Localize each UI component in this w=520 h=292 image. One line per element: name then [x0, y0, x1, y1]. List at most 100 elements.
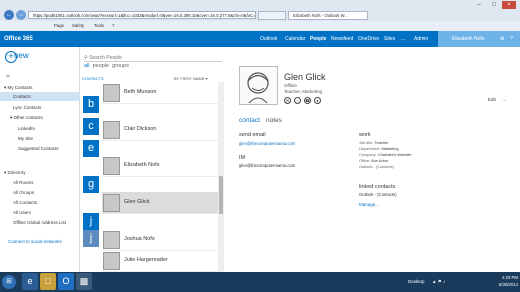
folder-icon[interactable]: □ [40, 273, 56, 290]
nav-more[interactable]: ... [401, 31, 405, 47]
list-item[interactable]: Elizabeth Nofs [102, 155, 220, 177]
email-link[interactable]: glen@thecomputermama.com [239, 141, 295, 146]
search-input[interactable]: ⚲ Search People [84, 54, 222, 62]
settings-icon[interactable]: ⚙ [500, 31, 504, 47]
outlook-icon[interactable]: O [58, 273, 74, 290]
menu-safety[interactable]: Safety [72, 21, 84, 31]
app-icon[interactable]: ▩ [76, 273, 92, 290]
letter-e[interactable]: e [83, 140, 99, 157]
start-icon[interactable]: ⊞ [2, 275, 16, 289]
help-icon[interactable]: ? [112, 21, 114, 31]
user-menu[interactable]: Elizabeth Nofs ⚙ ? [438, 31, 520, 47]
ie-icon[interactable]: e [22, 273, 38, 290]
work-row: Outlook - (Contacts) [359, 164, 394, 169]
tab-contact[interactable]: contact [239, 117, 260, 124]
letter-j-2[interactable]: j [83, 230, 99, 247]
work-label: work [359, 132, 371, 138]
contact-title: Teacher, Marketing [284, 89, 323, 94]
contact-list-pane: ⚲ Search People all people groups CONTAC… [80, 47, 226, 272]
folder-mysite[interactable]: My Site [0, 134, 80, 143]
collapse-icon[interactable]: « [6, 73, 10, 80]
avatar [103, 231, 120, 249]
nav-admin[interactable]: Admin [414, 31, 428, 47]
alphabet-index: b c e g j j [80, 82, 101, 272]
filter-bar: all people groups [84, 63, 129, 69]
letter-g[interactable]: g [83, 176, 99, 193]
close-icon[interactable]: × [502, 1, 516, 9]
list-item[interactable]: Clair Dickson [102, 119, 220, 141]
dir-all-users[interactable]: All Users [0, 208, 80, 217]
email-icon[interactable]: ✉ [284, 97, 291, 104]
call-icon[interactable]: ☎ [304, 97, 311, 104]
dir-offline-gal[interactable]: Offline Global Address List [0, 218, 80, 227]
letter-c[interactable]: c [83, 118, 99, 135]
avatar [103, 121, 120, 139]
folder-contacts[interactable]: Contacts [0, 92, 80, 101]
person-icon [247, 72, 269, 104]
browser-chrome: ← → https://pod51061.outlook.com/owa/?ex… [0, 0, 520, 31]
clock[interactable]: 4:23 PM 6/30/2014 [496, 274, 518, 288]
office365-logo[interactable]: Office 365 [4, 34, 33, 44]
dir-all-contacts[interactable]: All Contacts [0, 198, 80, 207]
folder-pane: + new « ▾ My Contacts Contacts Lync Cont… [0, 47, 80, 272]
nav-people[interactable]: People [310, 31, 326, 47]
list-item[interactable]: Beth Munson [102, 82, 220, 104]
scrollbar[interactable] [218, 82, 224, 272]
back-button[interactable]: ← [4, 10, 14, 20]
avatar [103, 194, 120, 212]
connect-social-link[interactable]: Connect to social networks [0, 237, 80, 246]
minimize-icon[interactable]: – [472, 1, 486, 9]
chat-icon[interactable]: ○ [294, 97, 301, 104]
folder-my-contacts[interactable]: ▾ My Contacts [0, 83, 80, 92]
avatar [103, 84, 120, 102]
dir-all-rooms[interactable]: All Rooms [0, 178, 80, 187]
folder-suggested[interactable]: Suggested Contacts [0, 144, 80, 153]
video-icon[interactable]: ● [314, 97, 321, 104]
address-bar[interactable]: https://pod51061.outlook.com/owa/?exsvur… [28, 11, 256, 19]
avatar [103, 157, 120, 175]
menu-page[interactable]: Page [54, 21, 64, 31]
folder-directory[interactable]: ▾ Directory [0, 168, 80, 177]
scrollbar-thumb[interactable] [219, 176, 223, 214]
search-icon: ⚲ [84, 55, 88, 61]
list-label: CONTACTS [82, 76, 104, 81]
nav-outlook[interactable]: Outlook [260, 31, 277, 47]
command-bar: Page Safety Tools ? [0, 21, 520, 31]
list-item-selected[interactable]: Glen Glick [102, 192, 220, 214]
manage-link[interactable]: Manage... [359, 202, 379, 207]
send-email-label: send email [239, 132, 266, 138]
im-value[interactable]: glen@thecomputermama.com [239, 163, 295, 168]
list-item[interactable]: Julie Hargenrader [102, 250, 220, 272]
nav-sites[interactable]: Sites [384, 31, 395, 47]
more-icon[interactable]: … [502, 97, 507, 102]
folder-linkedin[interactable]: LinkedIn [0, 124, 80, 133]
contact-photo [239, 66, 278, 105]
filter-people[interactable]: people [93, 63, 110, 69]
dir-all-groups[interactable]: All Groups [0, 188, 80, 197]
list-item[interactable]: Joshua Nofs [102, 229, 220, 251]
nav-onedrive[interactable]: OneDrive [358, 31, 379, 47]
linked-contacts-value: Outlook - (Contacts) [359, 192, 397, 197]
folder-other[interactable]: ▾ Other contacts [0, 113, 80, 122]
desktop-toolbar[interactable]: Desktop [408, 272, 425, 292]
tray-icons[interactable]: ▲ ⚑ ♪ [432, 272, 445, 292]
letter-b[interactable]: b [83, 96, 99, 113]
letter-j[interactable]: j [83, 213, 99, 230]
avatar [103, 252, 120, 270]
filter-groups[interactable]: groups [112, 63, 129, 69]
im-label: IM [239, 155, 246, 161]
help-icon[interactable]: ? [510, 31, 513, 47]
new-button[interactable]: new [14, 51, 29, 60]
tab-notes[interactable]: notes [266, 117, 282, 124]
menu-tools[interactable]: Tools [94, 21, 104, 31]
forward-button[interactable]: → [16, 10, 26, 20]
filter-all[interactable]: all [84, 63, 90, 69]
tab-blank[interactable] [258, 11, 286, 20]
maximize-icon[interactable]: □ [487, 1, 501, 9]
folder-lync[interactable]: Lync Contacts [0, 103, 80, 112]
sort-dropdown[interactable]: BY FIRST NAME ▾ [174, 76, 208, 81]
nav-calendar[interactable]: Calendar [285, 31, 305, 47]
tab-active[interactable]: Elizabeth Nofs - Outlook W... [288, 11, 368, 20]
nav-newsfeed[interactable]: Newsfeed [331, 31, 353, 47]
edit-button[interactable]: Edit [488, 97, 496, 102]
